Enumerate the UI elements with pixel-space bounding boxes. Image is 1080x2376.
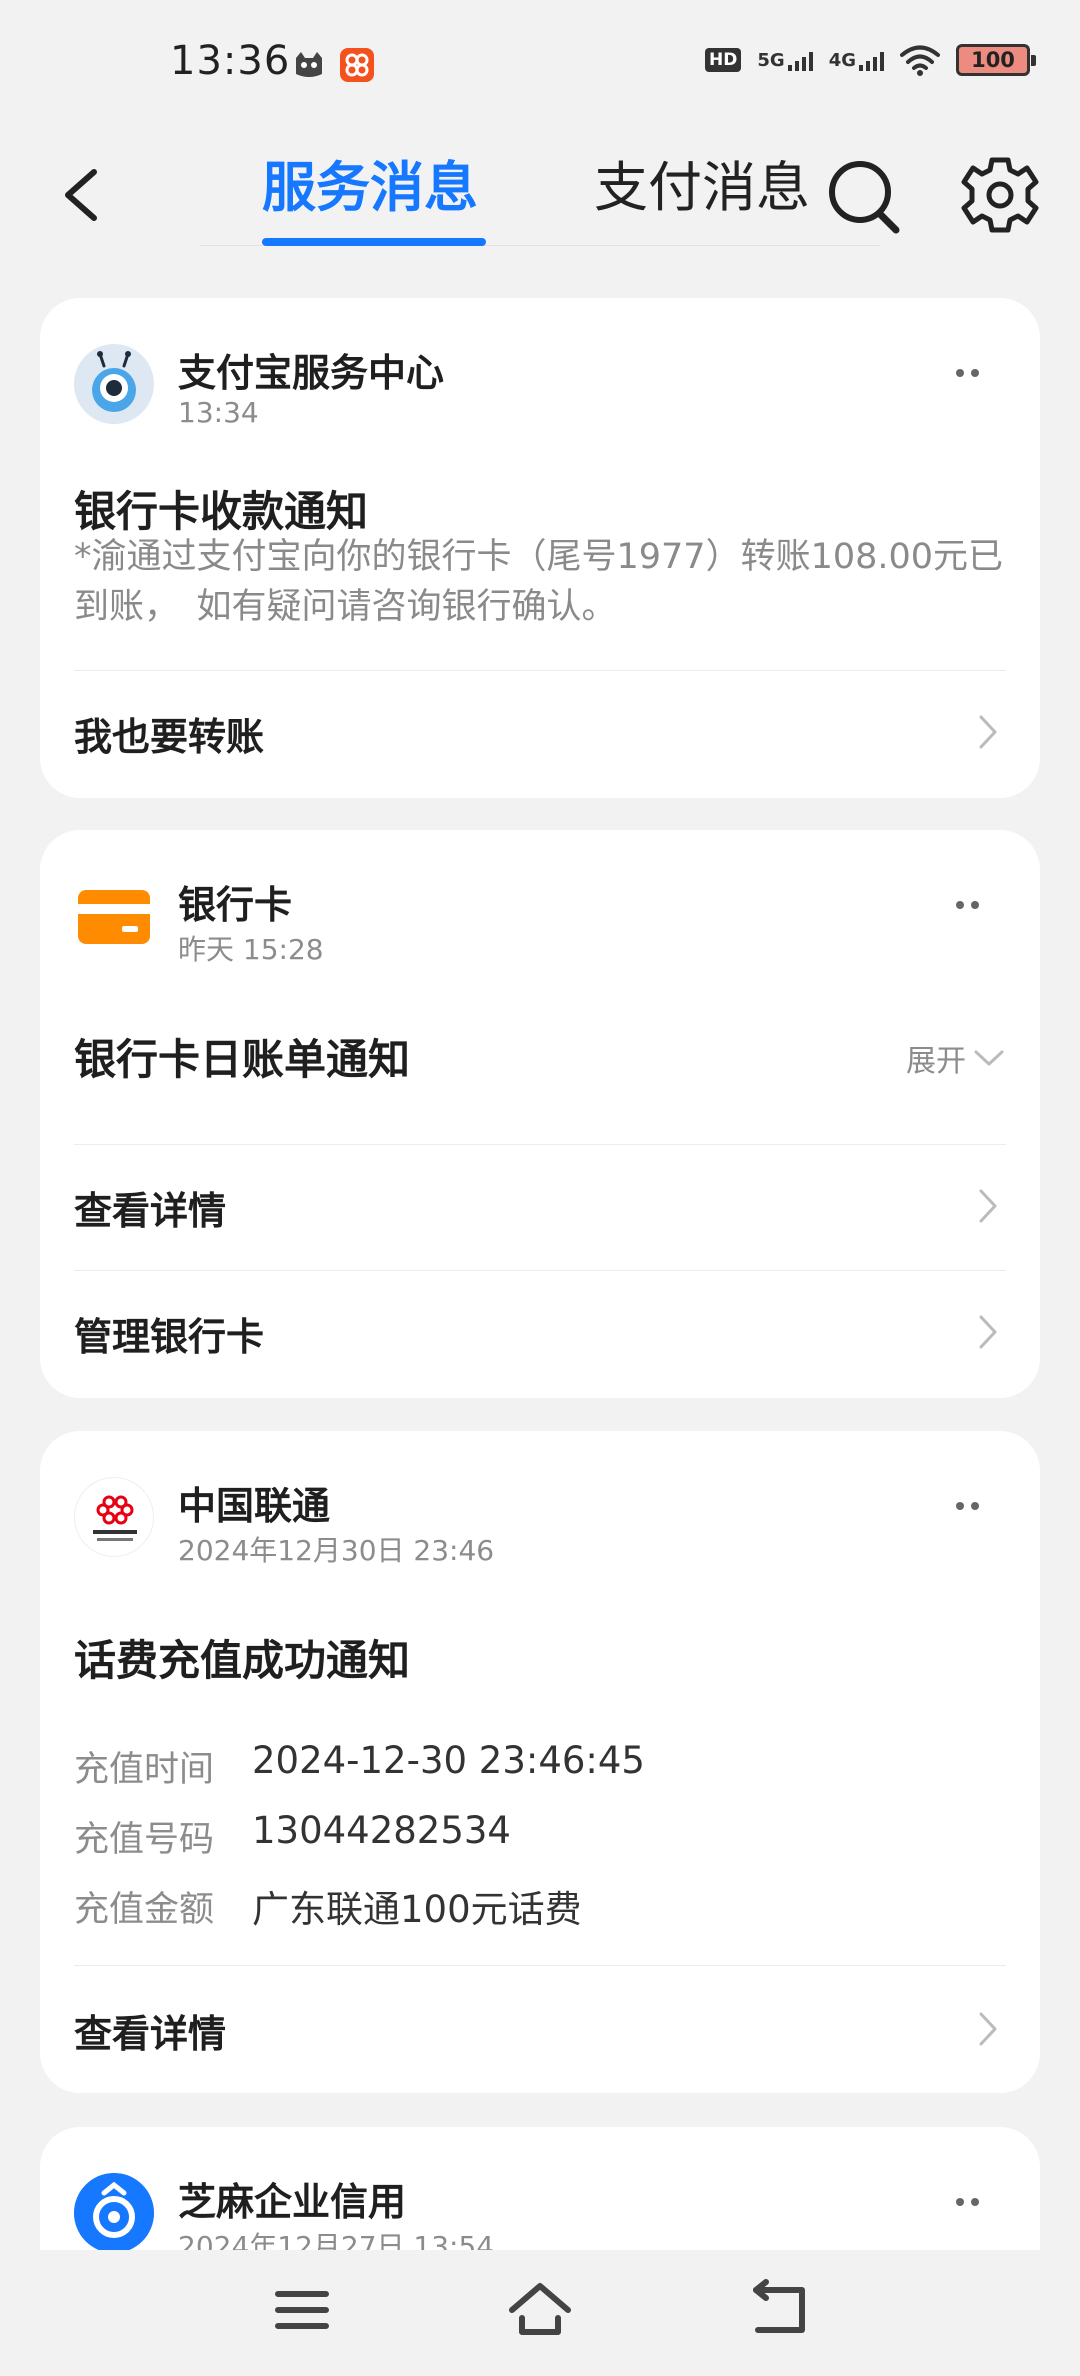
field-value: 2024-12-30 23:46:45 xyxy=(252,1739,645,1782)
tab-payment-messages[interactable]: 支付消息 xyxy=(594,148,810,228)
bank-card-icon xyxy=(74,876,154,956)
sender-name: 支付宝服务中心 xyxy=(178,351,445,395)
card-header: 银行卡 昨天 15:28 xyxy=(74,876,1006,966)
flower-app-icon xyxy=(340,48,374,82)
sender-name: 银行卡 xyxy=(178,883,293,927)
field-label: 充值金额 xyxy=(74,1890,215,1930)
chevron-right-icon xyxy=(979,715,997,749)
signal-bars-icon xyxy=(859,51,884,71)
more-button[interactable] xyxy=(942,890,992,920)
more-button[interactable] xyxy=(942,358,992,388)
card-header: 中国联通 2024年12月30日 23:46 xyxy=(74,1477,1006,1567)
china-unicom-logo xyxy=(74,1477,154,1557)
action-label: 查看详情 xyxy=(74,1189,227,1233)
message-time: 13:34 xyxy=(178,396,259,429)
card-header: 支付宝服务中心 13:34 xyxy=(74,344,1006,434)
signal-5g: 5G xyxy=(757,49,813,71)
message-card[interactable]: 支付宝服务中心 13:34 银行卡收款通知 *渝通过支付宝向你的银行卡（尾号19… xyxy=(40,298,1040,798)
nav-home-button[interactable] xyxy=(500,2270,580,2350)
gear-icon xyxy=(961,157,1039,233)
tab-service-messages[interactable]: 服务消息 xyxy=(262,148,478,228)
chevron-down-icon xyxy=(974,1050,1004,1066)
home-icon xyxy=(509,2283,571,2335)
status-bar: 13:36 HD 5G 4G 100 xyxy=(0,0,1080,130)
action-view-details[interactable]: 查看详情 xyxy=(74,1987,1006,2071)
search-icon xyxy=(829,161,900,234)
expand-toggle[interactable]: 展开 xyxy=(906,1036,1006,1080)
message-title: 银行卡日账单通知 xyxy=(74,1035,411,1084)
field-label: 充值时间 xyxy=(74,1750,215,1790)
action-label: 管理银行卡 xyxy=(74,1315,265,1359)
expand-label: 展开 xyxy=(906,1044,966,1079)
alipay-mascot-avatar xyxy=(74,344,154,424)
chevron-right-icon xyxy=(979,1315,997,1349)
divider xyxy=(74,1965,1006,1966)
sesame-credit-logo xyxy=(74,2173,154,2253)
status-indicators: HD 5G 4G 100 xyxy=(705,44,1036,76)
cat-app-icon xyxy=(292,48,326,82)
nav-back-button[interactable] xyxy=(740,2270,820,2350)
action-view-details[interactable]: 查看详情 xyxy=(74,1164,1006,1248)
tab-active-indicator xyxy=(262,238,486,246)
message-title: 话费充值成功通知 xyxy=(74,1636,411,1685)
action-transfer[interactable]: 我也要转账 xyxy=(74,690,1006,774)
menu-icon xyxy=(275,2291,329,2329)
network-4g-label: 4G xyxy=(828,49,856,71)
sender-name: 中国联通 xyxy=(178,1484,331,1528)
field-recharge-number: 充值号码 13044282534 xyxy=(74,1805,1006,1860)
message-time: 2024年12月30日 23:46 xyxy=(178,1534,495,1567)
hd-label: HD xyxy=(705,48,742,72)
signal-bars-icon xyxy=(787,51,813,71)
divider xyxy=(74,1144,1006,1145)
message-title: 银行卡收款通知 xyxy=(74,487,369,536)
signal-4g: 4G xyxy=(829,50,884,71)
back-button[interactable] xyxy=(50,150,120,240)
chevron-right-icon xyxy=(979,1189,997,1223)
field-label: 充值号码 xyxy=(74,1820,215,1860)
wifi-icon xyxy=(900,45,940,76)
chevron-right-icon xyxy=(979,2012,997,2046)
search-button[interactable] xyxy=(822,152,908,238)
divider xyxy=(74,670,1006,671)
header: 服务消息 支付消息 xyxy=(0,130,1080,260)
back-arrow-icon xyxy=(65,169,97,221)
more-button[interactable] xyxy=(942,2187,992,2217)
message-card[interactable]: 中国联通 2024年12月30日 23:46 话费充值成功通知 充值时间 202… xyxy=(40,1431,1040,2093)
nav-menu-button[interactable] xyxy=(262,2270,342,2350)
sender-name: 芝麻企业信用 xyxy=(178,2180,407,2224)
network-5g-label: 5G xyxy=(757,49,785,71)
action-manage-cards[interactable]: 管理银行卡 xyxy=(74,1290,1006,1374)
field-value: 广东联通100元话费 xyxy=(252,1888,582,1931)
more-dots-icon xyxy=(955,2198,964,2206)
field-recharge-time: 充值时间 2024-12-30 23:46:45 xyxy=(74,1735,1006,1790)
more-dots-icon xyxy=(955,369,964,377)
more-dots-icon xyxy=(955,1502,964,1510)
system-nav-bar xyxy=(0,2250,1080,2376)
message-time: 昨天 15:28 xyxy=(178,933,324,966)
action-label: 我也要转账 xyxy=(74,715,265,759)
divider xyxy=(74,1270,1006,1271)
more-button[interactable] xyxy=(942,1491,992,1521)
status-time: 13:36 xyxy=(170,38,291,84)
hd-indicator: HD xyxy=(705,48,742,72)
field-recharge-amount: 充值金额 广东联通100元话费 xyxy=(74,1875,1006,1931)
field-value: 13044282534 xyxy=(252,1809,511,1852)
more-dots-icon xyxy=(955,901,964,909)
message-card[interactable]: 银行卡 昨天 15:28 银行卡日账单通知 展开 查看详情 管理银行卡 xyxy=(40,830,1040,1398)
return-icon xyxy=(753,2279,805,2333)
message-body: *渝通过支付宝向你的银行卡（尾号1977）转账108.00元已到账， 如有疑问请… xyxy=(74,537,1004,627)
battery-indicator: 100 xyxy=(956,44,1036,76)
settings-button[interactable] xyxy=(960,152,1040,238)
action-label: 查看详情 xyxy=(74,2012,227,2056)
